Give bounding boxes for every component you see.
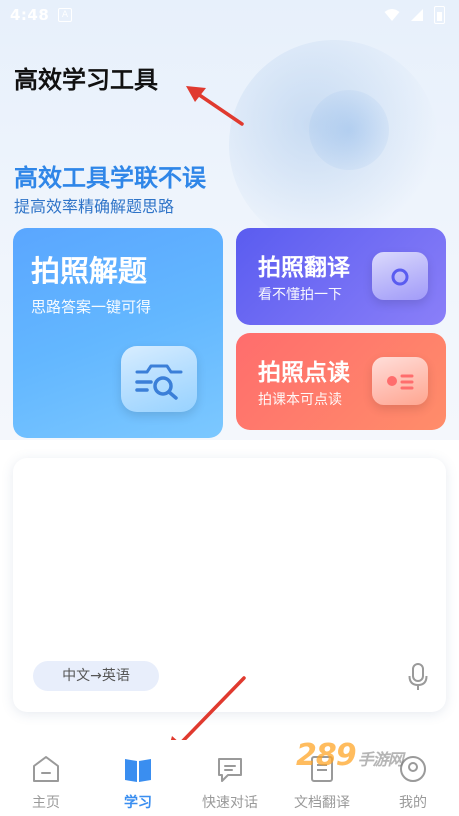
microphone-icon[interactable]: [408, 663, 428, 691]
tab-quick-chat[interactable]: 快速对话: [184, 740, 276, 816]
status-time: 4:48: [10, 6, 50, 24]
photo-read-title: 拍照点读: [258, 360, 350, 386]
hero-illustration-accent: [309, 90, 389, 170]
photo-translate-card[interactable]: 拍照翻译 看不懂拍一下: [236, 228, 446, 325]
watermark-text: 289: [296, 738, 357, 773]
tab-document-translate-label: 文档翻译: [294, 795, 350, 811]
watermark-suffix: 手游网: [357, 750, 404, 769]
photo-read-subtitle: 拍课本可点读: [258, 392, 342, 408]
language-pair-selector[interactable]: 中文→英语: [33, 661, 159, 691]
status-bar: 4:48 A: [0, 0, 459, 32]
tab-study-label: 学习: [124, 795, 152, 811]
photo-solve-subtitle: 思路答案一键可得: [31, 298, 152, 316]
tab-study[interactable]: 学习: [92, 740, 184, 816]
photo-translate-title: 拍照翻译: [258, 255, 350, 281]
camera-search-icon: [121, 346, 197, 412]
read-card-icon: [372, 357, 428, 405]
page-title: 高效学习工具: [14, 66, 158, 94]
chat-icon: [218, 758, 242, 782]
book-icon: [125, 759, 151, 782]
photo-translate-subtitle: 看不懂拍一下: [258, 287, 342, 303]
tab-profile-label: 我的: [399, 795, 427, 811]
tab-home[interactable]: 主页: [0, 740, 92, 816]
camera-icon: [372, 252, 428, 300]
photo-read-card[interactable]: 拍照点读 拍课本可点读: [236, 333, 446, 430]
signal-icon: [411, 9, 423, 21]
notification-a-icon: A: [58, 8, 72, 22]
battery-icon: [434, 6, 445, 24]
home-icon: [33, 756, 59, 782]
tab-home-label: 主页: [32, 795, 60, 811]
banner-subtitle: 提高效率精确解题思路: [14, 197, 175, 216]
photo-solve-card[interactable]: 拍照解题 思路答案一键可得: [13, 228, 223, 438]
photo-solve-title: 拍照解题: [31, 254, 148, 288]
watermark-logo: 289 手游网: [296, 738, 436, 778]
tab-quick-chat-label: 快速对话: [202, 795, 258, 811]
wifi-icon: [384, 9, 400, 21]
banner-slogan: 高效工具学联不误: [14, 164, 206, 192]
annotation-arrow-icon: [186, 86, 244, 126]
